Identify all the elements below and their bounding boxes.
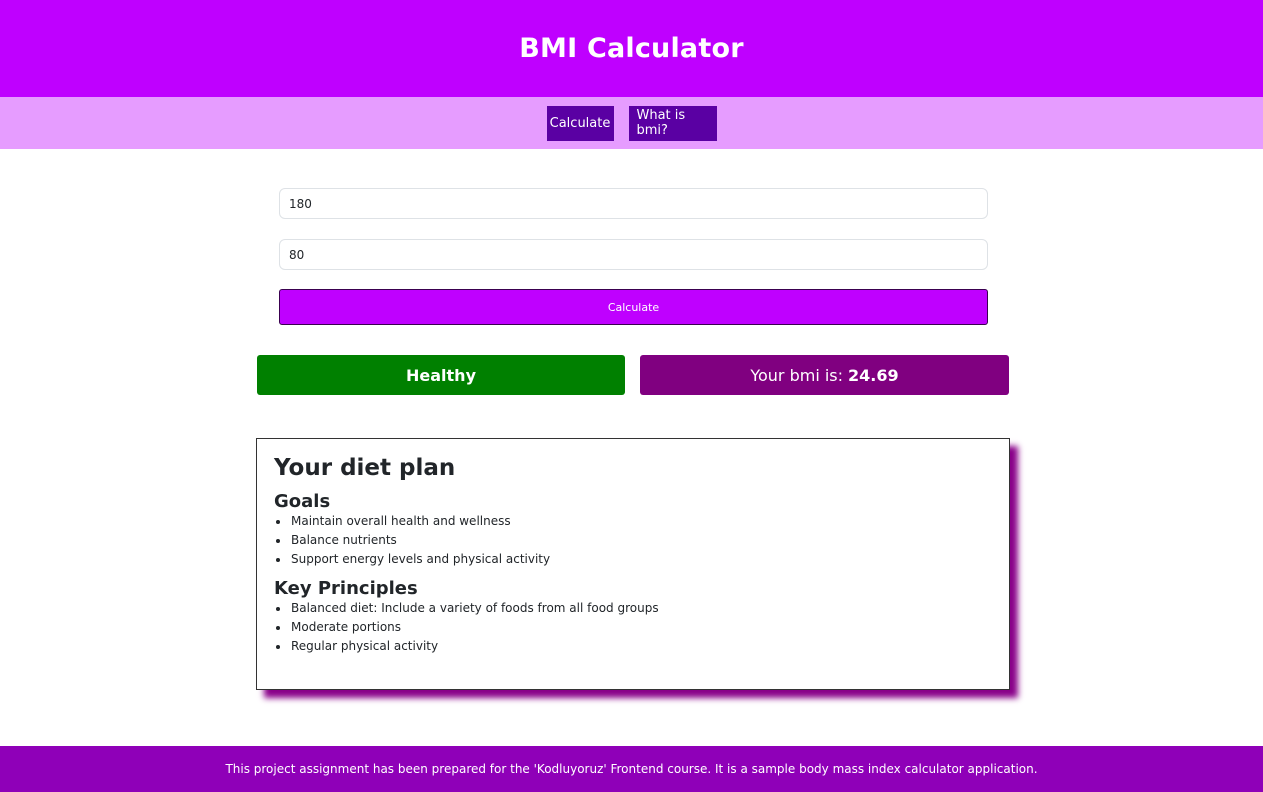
page-footer: This project assignment has been prepare… <box>0 746 1263 792</box>
bmi-result-box: Your bmi is: 24.69 <box>640 355 1009 395</box>
page-title: BMI Calculator <box>519 33 744 64</box>
nav-bar: Calculate What is bmi? <box>0 97 1263 149</box>
nav-calculate-link[interactable]: Calculate <box>546 105 614 141</box>
nav-what-is-bmi-link[interactable]: What is bmi? <box>628 105 717 141</box>
bmi-result-value: 24.69 <box>848 365 899 385</box>
principle-item: Moderate portions <box>274 618 992 637</box>
goals-list: Maintain overall health and wellness Bal… <box>274 512 992 569</box>
bmi-status-badge: Healthy <box>257 355 625 395</box>
calculate-button[interactable]: Calculate <box>279 289 988 325</box>
page-header: BMI Calculator <box>0 0 1263 97</box>
bmi-result-prefix: Your bmi is: <box>750 365 844 385</box>
goal-item: Balance nutrients <box>274 531 992 550</box>
height-input[interactable] <box>279 188 988 219</box>
diet-plan-card: Your diet plan Goals Maintain overall he… <box>256 438 1010 690</box>
goal-item: Support energy levels and physical activ… <box>274 550 992 569</box>
key-principles-heading: Key Principles <box>274 578 418 599</box>
goals-heading: Goals <box>274 491 331 512</box>
principle-item: Regular physical activity <box>274 637 992 656</box>
principles-list: Balanced diet: Include a variety of food… <box>274 599 992 656</box>
weight-input[interactable] <box>279 239 988 270</box>
goal-item: Maintain overall health and wellness <box>274 512 992 531</box>
diet-plan-title: Your diet plan <box>274 455 456 481</box>
bmi-status-text: Healthy <box>406 365 476 385</box>
principle-item: Balanced diet: Include a variety of food… <box>274 599 992 618</box>
footer-text: This project assignment has been prepare… <box>225 762 1038 776</box>
